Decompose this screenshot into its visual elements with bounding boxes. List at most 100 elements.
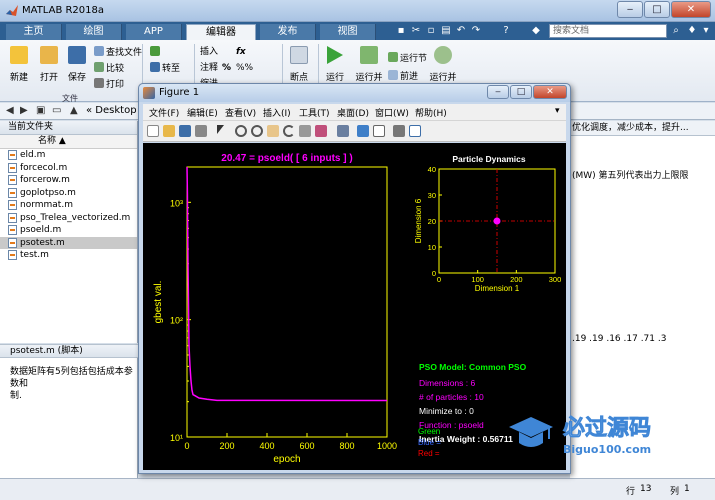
editor-tab-bar[interactable]: 优化调度，减少成本，提升... bbox=[570, 121, 715, 136]
browse-folder-icon[interactable]: ▣ bbox=[36, 105, 45, 116]
name-column-header[interactable]: 名称 ▲ bbox=[0, 135, 137, 149]
save-quick-icon[interactable]: ▪ bbox=[395, 24, 407, 38]
list-item[interactable]: forcerow.m bbox=[0, 174, 137, 187]
comment-toggle-icon[interactable]: %% bbox=[236, 62, 253, 74]
notification-icon[interactable]: ♦ bbox=[686, 24, 698, 38]
figure-minimize-button[interactable]: ‒ bbox=[487, 85, 509, 99]
legend-icon[interactable] bbox=[373, 125, 385, 137]
colorbar-icon[interactable] bbox=[357, 125, 369, 137]
new-figure-icon[interactable] bbox=[147, 125, 159, 137]
community-icon[interactable]: ◆ bbox=[530, 24, 542, 38]
open-button[interactable]: 打开 bbox=[36, 46, 62, 83]
open-file-icon[interactable] bbox=[163, 125, 175, 137]
print-button[interactable]: 打印 bbox=[94, 78, 124, 90]
back-arrow-icon[interactable]: ◀ bbox=[6, 105, 14, 116]
tab-editor[interactable]: 编辑器 bbox=[186, 24, 256, 41]
current-path[interactable]: « Desktop ▸ bbox=[86, 105, 145, 116]
rotate-icon[interactable] bbox=[283, 125, 295, 137]
y-tick-label: 10 bbox=[428, 243, 436, 252]
menu-help[interactable]: 帮助(H) bbox=[415, 106, 447, 119]
menu-tools[interactable]: 工具(T) bbox=[299, 106, 330, 119]
print-figure-icon[interactable] bbox=[195, 125, 207, 137]
maximize-button[interactable]: □ bbox=[644, 1, 670, 18]
tab-publish[interactable]: 发布 bbox=[260, 24, 316, 40]
insert-button[interactable]: 插入 bbox=[200, 46, 218, 58]
figure-title-bar[interactable]: Figure 1 ‒ □ ✕ bbox=[139, 84, 570, 102]
undo-quick-icon[interactable]: ↶ bbox=[455, 24, 467, 38]
menu-edit[interactable]: 编辑(E) bbox=[187, 106, 218, 119]
menu-insert[interactable]: 插入(I) bbox=[263, 106, 291, 119]
brush-icon[interactable] bbox=[315, 125, 327, 137]
search-icon[interactable]: ⌕ bbox=[670, 24, 682, 38]
breakpoint-icon bbox=[290, 46, 308, 64]
figure-maximize-button[interactable]: □ bbox=[510, 85, 532, 99]
tab-view[interactable]: 视图 bbox=[320, 24, 376, 40]
help-quick-icon[interactable]: ? bbox=[500, 24, 512, 38]
tab-apps[interactable]: APP bbox=[126, 24, 182, 40]
up-arrow-icon[interactable]: ▲ bbox=[70, 105, 78, 116]
particle-point bbox=[493, 217, 501, 225]
zoom-in-icon[interactable] bbox=[235, 125, 247, 137]
figure-icon bbox=[143, 87, 155, 99]
figure-toolbar bbox=[143, 120, 566, 142]
x-tick-label: 100 bbox=[471, 275, 484, 284]
list-item[interactable]: pso_Trelea_vectorized.m bbox=[0, 212, 137, 225]
find-files-button[interactable]: 查找文件 bbox=[94, 46, 142, 58]
percent-icon[interactable]: % bbox=[222, 62, 231, 74]
tab-plots[interactable]: 绘图 bbox=[66, 24, 122, 40]
tab-home[interactable]: 主页 bbox=[6, 24, 62, 40]
list-item[interactable]: psoeld.m bbox=[0, 224, 137, 237]
data-cursor-icon[interactable] bbox=[299, 125, 311, 137]
pointer-icon[interactable] bbox=[217, 125, 224, 134]
m-file-icon bbox=[8, 212, 17, 223]
list-item[interactable]: test.m bbox=[0, 249, 137, 262]
redo-quick-icon[interactable]: ↷ bbox=[470, 24, 482, 38]
new-button[interactable]: 新建 bbox=[6, 46, 32, 83]
goto-button[interactable]: 转至 bbox=[150, 62, 180, 74]
search-input[interactable]: 搜索文档 bbox=[549, 24, 667, 38]
menu-view[interactable]: 查看(V) bbox=[225, 106, 256, 119]
forward-arrow-icon[interactable]: ▶ bbox=[20, 105, 28, 116]
code-line[interactable]: .19 .19 .16 .17 .71 .3 bbox=[572, 334, 666, 344]
menu-desktop[interactable]: 桌面(D) bbox=[337, 106, 369, 119]
compare-button[interactable]: 比较 bbox=[94, 62, 124, 74]
list-item[interactable]: goplotpso.m bbox=[0, 187, 137, 200]
list-item[interactable]: normmat.m bbox=[0, 199, 137, 212]
run-button[interactable]: 运行 bbox=[322, 46, 348, 83]
paste-quick-icon[interactable]: ▤ bbox=[440, 24, 452, 38]
run-section-button[interactable]: 运行节 bbox=[388, 52, 427, 64]
find-files-icon bbox=[94, 46, 104, 56]
show-tools-icon[interactable] bbox=[409, 125, 421, 137]
hide-tools-icon[interactable] bbox=[393, 125, 405, 137]
pan-hand-icon[interactable] bbox=[267, 125, 279, 137]
dimensions-text: Dimensions : 6 bbox=[419, 378, 475, 388]
folder-icon[interactable]: ▭ bbox=[52, 105, 61, 116]
minimize-button[interactable]: ‒ bbox=[617, 1, 643, 18]
zoom-out-icon[interactable] bbox=[251, 125, 263, 137]
run-and-time-button[interactable]: 运行并 bbox=[428, 46, 458, 83]
copy-quick-icon[interactable]: ▫ bbox=[425, 24, 437, 38]
cut-quick-icon[interactable]: ✂ bbox=[410, 24, 422, 38]
link-plot-icon[interactable] bbox=[337, 125, 349, 137]
comment-button[interactable]: 注释 bbox=[200, 62, 218, 74]
legend-red-line: Red = Global Best bbox=[418, 449, 442, 458]
menu-file[interactable]: 文件(F) bbox=[149, 106, 179, 119]
save-button[interactable]: 保存 bbox=[64, 46, 90, 83]
nav-back-button[interactable] bbox=[150, 46, 162, 58]
breakpoint-button[interactable]: 断点 bbox=[286, 46, 312, 83]
list-item[interactable]: eld.m bbox=[0, 149, 137, 162]
particle-ticks: 0 100 200 300 0 10 20 30 40 bbox=[428, 165, 562, 284]
code-line[interactable]: (MW) 第五列代表出力上限限 bbox=[572, 168, 689, 181]
close-button[interactable]: ✕ bbox=[671, 1, 711, 18]
menu-window[interactable]: 窗口(W) bbox=[375, 106, 409, 119]
run-advance-button[interactable]: 运行并 bbox=[354, 46, 384, 83]
fx-button[interactable]: fx bbox=[236, 46, 246, 58]
save-figure-icon[interactable] bbox=[179, 125, 191, 137]
y-tick-label: 20 bbox=[428, 217, 436, 226]
figure-close-button[interactable]: ✕ bbox=[533, 85, 567, 99]
list-item-selected[interactable]: psotest.m bbox=[0, 236, 137, 249]
advance-button[interactable]: 前进 bbox=[388, 70, 418, 82]
expand-icon[interactable]: ▾ bbox=[700, 24, 712, 38]
menu-dock-icon[interactable]: ▾ bbox=[555, 106, 560, 116]
list-item[interactable]: forcecol.m bbox=[0, 162, 137, 175]
